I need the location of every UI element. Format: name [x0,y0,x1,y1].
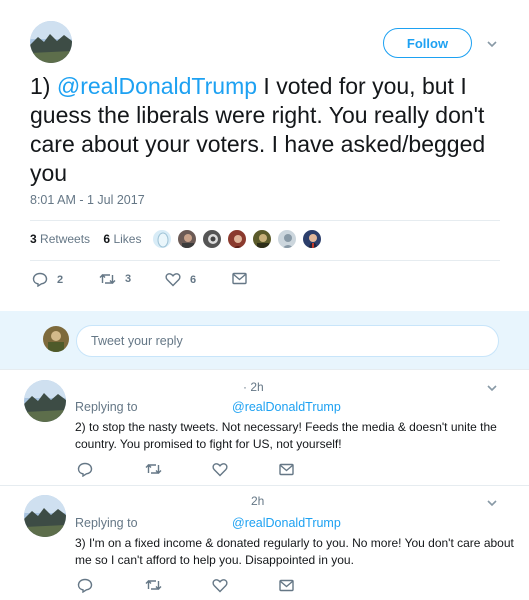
current-user-avatar[interactable] [43,326,69,352]
message-action[interactable] [279,579,294,592]
like-action[interactable] [212,578,228,593]
tweet-stats: 3 Retweets 6 Likes [30,232,141,246]
likes-count[interactable]: 6 [103,232,110,246]
reply-author-avatar[interactable] [24,495,66,537]
likes-label[interactable]: Likes [113,232,141,246]
follow-button[interactable]: Follow [383,28,472,58]
liker-avatar[interactable] [302,229,322,249]
like-action[interactable] [212,462,228,477]
mail-icon [232,272,247,285]
reply-time[interactable]: 2h [251,494,264,508]
author-name-redacted [84,30,124,50]
retweet-icon [99,274,116,284]
reply-input[interactable]: Tweet your reply [76,325,499,357]
liker-avatar[interactable] [177,229,197,249]
like-action[interactable]: 6 [165,272,196,287]
tweet-mention-link[interactable]: @realDonaldTrump [57,73,257,99]
reply-count: 2 [57,273,64,286]
retweet-action[interactable] [145,578,162,592]
replying-to-label: Replying to [75,516,138,530]
like-count: 6 [190,273,197,286]
reply-input-placeholder: Tweet your reply [91,334,183,348]
reply-text: 3) I'm on a fixed income & donated regul… [75,536,514,567]
retweet-action[interactable] [145,462,162,476]
reply-author-avatar[interactable] [24,380,66,422]
reply-icon [32,272,48,287]
replying-to-label: Replying to [75,400,138,414]
reply-action[interactable] [77,578,93,593]
retweet-icon [145,580,162,590]
chevron-down-icon[interactable] [485,496,499,510]
retweet-action[interactable]: 3 [99,272,131,286]
liker-avatar[interactable] [252,229,272,249]
retweets-label[interactable]: Retweets [40,232,90,246]
tweet-number: 1) [30,73,57,99]
retweets-count[interactable]: 3 [30,232,37,246]
reply-action[interactable]: 2 [32,272,63,287]
message-action[interactable] [279,463,294,476]
reply-action[interactable] [77,462,93,477]
mail-icon [279,463,294,476]
reply-time[interactable]: · 2h [243,380,264,394]
tweet-text: 1) @realDonaldTrump I voted for you, but… [30,72,510,188]
reply-icon [77,462,93,477]
divider [30,220,500,221]
reply-text: 2) to stop the nasty tweets. Not necessa… [75,420,497,451]
reply-icon [77,578,93,593]
author-avatar[interactable] [30,21,72,63]
mail-icon [279,579,294,592]
heart-icon [212,579,228,593]
retweet-count: 3 [125,273,132,285]
tweet-timestamp[interactable]: 8:01 AM - 1 Jul 2017 [30,193,145,207]
heart-icon [165,273,181,287]
divider [0,369,529,370]
heart-icon [212,463,228,477]
divider [0,485,529,486]
divider [30,260,500,261]
replying-to-mention[interactable]: @realDonaldTrump [232,400,341,414]
retweet-icon [145,464,162,474]
chevron-down-icon[interactable] [485,381,499,395]
message-action[interactable] [232,272,247,285]
chevron-down-icon[interactable] [485,37,499,51]
replying-to-mention[interactable]: @realDonaldTrump [232,516,341,530]
liker-avatar[interactable] [202,229,222,249]
liker-avatar[interactable] [152,229,172,249]
liker-avatar[interactable] [277,229,297,249]
liker-avatar[interactable] [227,229,247,249]
